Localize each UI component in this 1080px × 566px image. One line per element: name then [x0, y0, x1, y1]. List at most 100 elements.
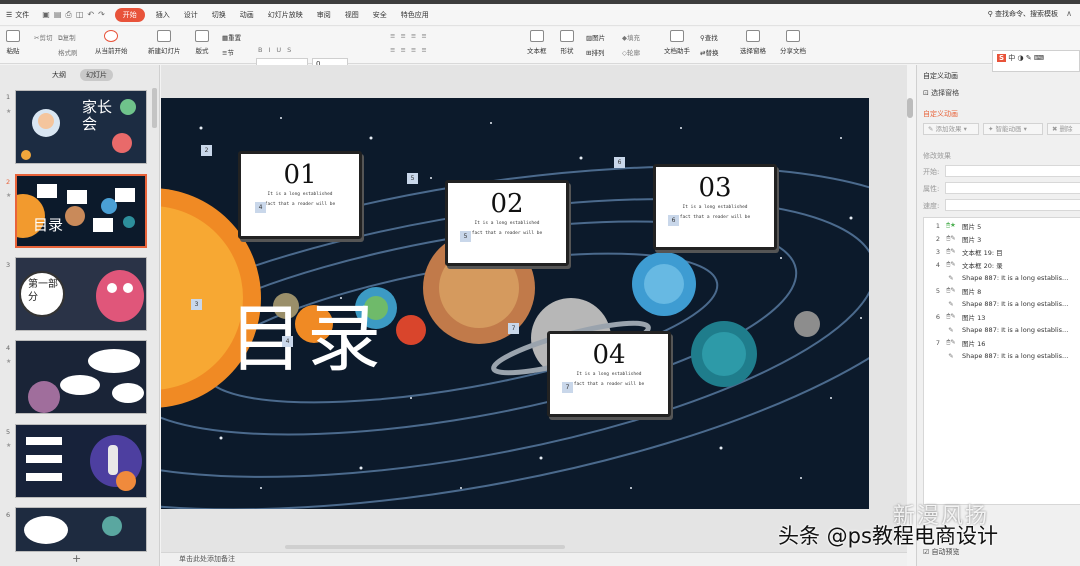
animation-item[interactable]: ✎ Shape 887: It is a long establis...	[924, 323, 1068, 336]
motion-icon: 🖱✎	[946, 234, 956, 242]
canvas-vertical-scrollbar[interactable]	[907, 98, 913, 118]
input-method-toolbar[interactable]: S 中 ◑ ✎ ⌨	[992, 50, 1080, 72]
quick-access-toolbar: ▣ ▤ ⎙ ◫ ↶ ↷	[36, 10, 111, 20]
print-icon[interactable]: ⎙	[65, 10, 71, 20]
slide-title[interactable]: 目录	[229, 302, 409, 376]
animation-item[interactable]: ✎ Shape 887: It is a long establis...	[924, 297, 1068, 310]
animation-item[interactable]: ✎ Shape 887: It is a long establis...	[924, 271, 1068, 284]
anim-tag: 6	[614, 157, 625, 168]
reset-button[interactable]: ▦重置	[222, 32, 241, 42]
tab-design[interactable]: 设计	[177, 10, 205, 20]
thumbnail-5-art	[26, 435, 142, 491]
speed-select[interactable]	[945, 199, 1080, 211]
anim-tag: 4	[282, 336, 293, 347]
doc-helper-icon	[670, 30, 684, 42]
arrange-button[interactable]: ⊞排列	[586, 47, 604, 57]
thumbnail-4-art	[28, 349, 144, 413]
animation-item[interactable]: 4 🖱✎ 文本框 20: 录	[924, 258, 1003, 271]
preview-icon[interactable]: ◫	[76, 10, 84, 20]
toc-card-03[interactable]: 03 It is a long established fact that a …	[653, 164, 777, 250]
motion-icon: ✎	[948, 351, 954, 360]
motion-icon: ✎	[948, 325, 954, 334]
slide-number: 3	[6, 261, 11, 269]
cut-button[interactable]: ✂剪切	[34, 32, 52, 42]
find-button[interactable]: ⚲查找	[700, 32, 718, 42]
textbox-button[interactable]: 文本框	[527, 30, 547, 55]
tab-review[interactable]: 审阅	[310, 10, 338, 20]
card-number: 04	[592, 340, 626, 370]
section-heading: 自定义动画	[923, 110, 958, 118]
slide-thumbnail-5[interactable]	[15, 424, 147, 498]
shape-button[interactable]: 形状	[560, 30, 574, 55]
select-pane-icon	[746, 30, 760, 42]
animation-item[interactable]: ✎ Shape 887: It is a long establis...	[924, 349, 1068, 362]
slide-thumbnail-4[interactable]	[15, 340, 147, 414]
play-from-current-button[interactable]: 从当前开始	[95, 30, 128, 55]
tab-home[interactable]: 开始	[114, 7, 145, 22]
toc-card-01[interactable]: 01 It is a long established fact that a …	[238, 151, 362, 239]
section-button[interactable]: ≡节	[222, 47, 234, 57]
select-pane-button[interactable]: 选择窗格	[740, 30, 766, 55]
paragraph-buttons[interactable]: ≡≡≡≡	[390, 32, 432, 40]
font-style-buttons[interactable]: BIUS	[258, 46, 297, 54]
tab-view[interactable]: 视图	[338, 10, 366, 20]
animation-item[interactable]: 7 🖱✎ 图片 16	[924, 336, 985, 349]
animation-item[interactable]: 2 🖱✎ 图片 3	[924, 232, 981, 245]
toc-card-02[interactable]: 02 It is a long established fact that a …	[445, 180, 569, 266]
undo-icon[interactable]: ↶	[87, 10, 94, 20]
property-select[interactable]	[945, 182, 1080, 194]
tab-transition[interactable]: 切换	[205, 10, 233, 20]
tab-features[interactable]: 特色应用	[394, 10, 436, 20]
current-slide[interactable]: 目录 2 3 4 5 6 7 01 It is a long establish…	[161, 98, 869, 509]
doc-helper-button[interactable]: 文档助手	[664, 30, 690, 55]
copy-button[interactable]: ⧉复制	[58, 32, 76, 43]
slide-thumbnail-2[interactable]: 目录	[15, 174, 147, 248]
share-doc-button[interactable]: 分享文档	[780, 30, 806, 55]
tab-slideshow[interactable]: 幻灯片放映	[261, 10, 310, 20]
animation-item[interactable]: 1 🖱★ 图片 5	[924, 219, 981, 232]
layout-button[interactable]: 版式	[195, 30, 209, 55]
slide-thumbnail-1[interactable]: 家长会	[15, 90, 147, 164]
delete-button[interactable]: ✖ 删除	[1047, 123, 1080, 135]
tab-outline[interactable]: 大纲	[52, 70, 66, 80]
slide-thumbnail-6[interactable]	[15, 507, 147, 552]
paste-button[interactable]: 粘贴	[6, 30, 20, 55]
animation-item[interactable]: 6 🖱✎ 图片 13	[924, 310, 985, 323]
canvas-horizontal-scrollbar[interactable]	[285, 545, 565, 549]
anim-tag: 5	[407, 173, 418, 184]
format-painter-button[interactable]: 格式刷	[58, 47, 78, 57]
file-menu[interactable]: ☰ 文件	[0, 10, 36, 20]
add-effect-button[interactable]: ✎ 添加效果 ▾	[923, 123, 979, 135]
thumbnail-scrollbar[interactable]	[152, 88, 157, 128]
toc-card-04[interactable]: 04 It is a long established fact that a …	[547, 331, 671, 417]
motion-icon: 🖱✎	[946, 260, 956, 268]
wps-presentation-window: ☰ 文件 ▣ ▤ ⎙ ◫ ↶ ↷ 开始 插入 设计 切换 动画 幻灯片放映 审阅 视图 安全…	[0, 0, 1080, 566]
smart-animation-button[interactable]: ✦ 智能动画 ▾	[983, 123, 1043, 135]
add-slide-button[interactable]: +	[72, 552, 81, 565]
outline-button[interactable]: ◇轮廓	[622, 47, 640, 57]
command-search[interactable]: ⚲ 查找命令、搜索模板	[988, 9, 1058, 19]
start-select[interactable]	[945, 165, 1080, 177]
animation-star-icon: ★	[6, 358, 12, 365]
export-icon[interactable]: ▤	[54, 10, 62, 20]
select-pane-link[interactable]: ⊡ 选择窗格	[923, 88, 959, 98]
anim-tag: 2	[201, 145, 212, 156]
tab-security[interactable]: 安全	[366, 10, 394, 20]
collapse-ribbon-icon[interactable]: ∧	[1066, 9, 1072, 18]
image-button[interactable]: ▨图片	[586, 32, 605, 42]
align-buttons[interactable]: ≡≡≡≡	[390, 46, 432, 54]
modify-label: 修改效果	[923, 152, 951, 160]
notes-bar[interactable]: 单击此处添加备注	[161, 552, 907, 566]
tab-insert[interactable]: 插入	[149, 10, 177, 20]
replace-button[interactable]: ⇄替换	[700, 47, 718, 57]
watermark-caption: 头条 @ps教程电商设计	[778, 524, 998, 548]
redo-icon[interactable]: ↷	[98, 10, 105, 20]
tab-animation[interactable]: 动画	[233, 10, 261, 20]
fill-button[interactable]: ◆填充	[622, 32, 640, 42]
slide-thumbnail-3[interactable]: 第一部分	[15, 257, 147, 331]
animation-item[interactable]: 5 🖱✎ 图片 8	[924, 284, 981, 297]
new-slide-button[interactable]: 新建幻灯片	[148, 30, 181, 55]
save-icon[interactable]: ▣	[42, 10, 50, 20]
tab-slides[interactable]: 幻灯片	[80, 69, 113, 81]
animation-item[interactable]: 3 🖱✎ 文本框 19: 目	[924, 245, 1003, 258]
